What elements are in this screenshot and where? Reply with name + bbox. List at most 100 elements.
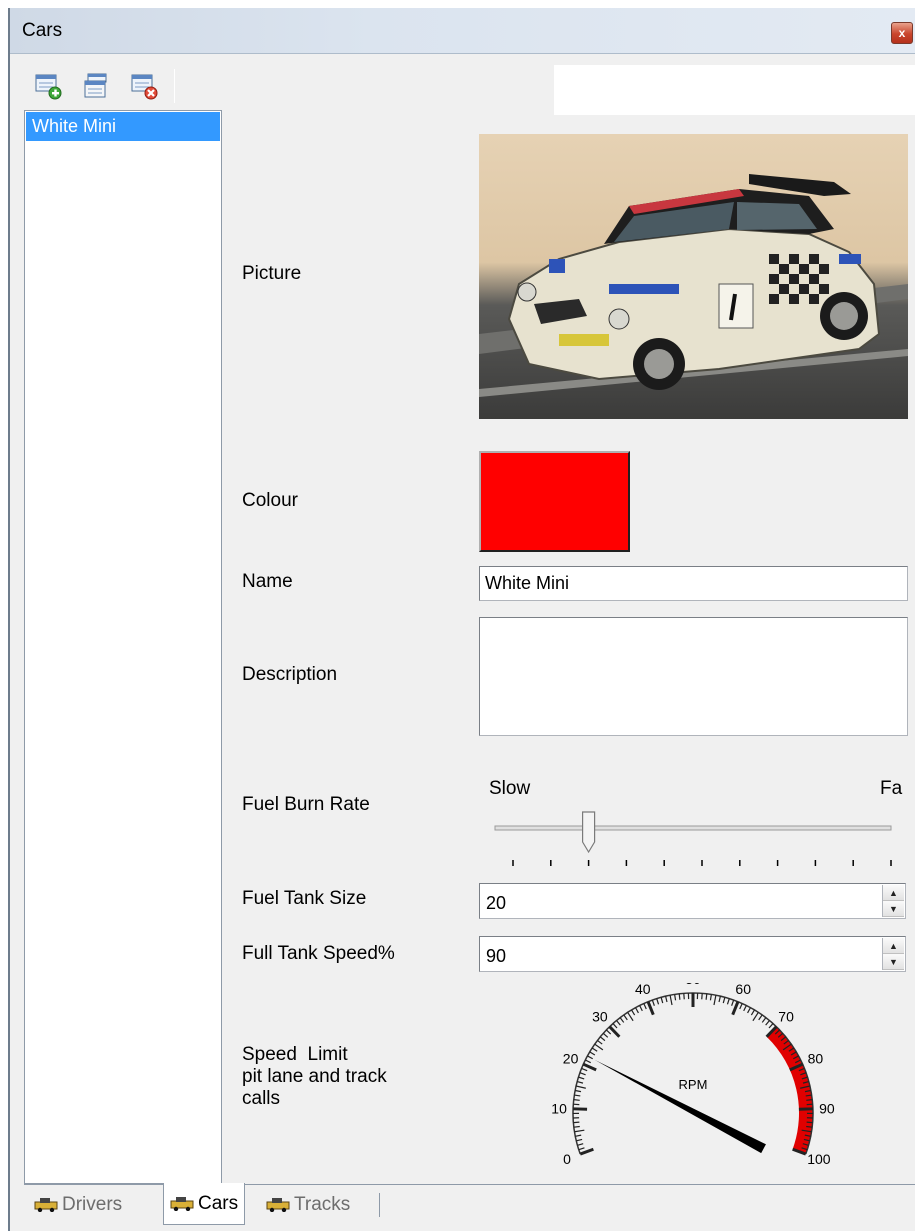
new-record-icon xyxy=(35,74,62,100)
list-item-selected[interactable]: White Mini xyxy=(26,112,220,141)
gauge-tick xyxy=(631,1009,636,1016)
gauge-tick xyxy=(573,1099,580,1101)
gauge-tick xyxy=(761,1017,767,1023)
gauge-tick xyxy=(747,1007,751,1014)
delete-car-button[interactable] xyxy=(130,71,158,101)
gauge-tick xyxy=(578,1076,585,1080)
tab-cars-label: Cars xyxy=(198,1193,239,1214)
gauge-tick-label: 0 xyxy=(563,1151,571,1167)
speed-limit-label-line3: calls xyxy=(242,1088,281,1109)
gauge-tick xyxy=(678,993,681,1000)
full-tank-speed-spinner[interactable]: 90 ▲ ▼ xyxy=(479,936,906,972)
gauge-tick xyxy=(594,1043,604,1051)
gauge-tick-label: 50 xyxy=(685,983,701,987)
gauge-tick xyxy=(597,1039,603,1045)
tab-tracks-label: Tracks xyxy=(294,1194,351,1215)
tab-tracks[interactable]: Tracks xyxy=(260,1187,356,1223)
gauge-tick xyxy=(750,1009,755,1016)
fuel-burn-rate-label: Fuel Burn Rate xyxy=(242,794,370,815)
car-picture[interactable] xyxy=(479,134,908,419)
add-car-button[interactable] xyxy=(34,71,62,101)
fuel-tank-size-spinner[interactable]: 20 ▲ ▼ xyxy=(479,883,906,919)
speed-limit-label-line2: pit lane and track xyxy=(242,1066,387,1087)
delete-record-icon xyxy=(131,74,158,100)
gauge-tick xyxy=(743,1005,747,1012)
gauge-tick xyxy=(616,1020,621,1026)
tab-cars[interactable]: Cars xyxy=(163,1183,246,1225)
gauge-tick xyxy=(739,1003,743,1010)
edit-record-icon xyxy=(84,73,107,98)
gauge-tick xyxy=(726,998,730,1005)
gauge-needle[interactable] xyxy=(594,1059,766,1154)
gauge-tick xyxy=(705,993,708,1000)
gauge-tick-label: 80 xyxy=(808,1050,824,1066)
tab-drivers-label: Drivers xyxy=(62,1194,123,1215)
gauge-tick xyxy=(599,1036,606,1042)
gauge-tick xyxy=(589,1051,596,1056)
spin-down-button[interactable]: ▼ xyxy=(883,954,904,970)
full-tank-speed-value[interactable]: 90 xyxy=(486,946,506,967)
description-label: Description xyxy=(242,664,338,685)
gauge-tick xyxy=(709,994,712,1001)
gauge-tick xyxy=(575,1134,582,1137)
speed-limit-gauge[interactable]: 0 10 20 30 40 50 60 70 80 90 100 RPM xyxy=(548,971,868,1183)
car-photo-image xyxy=(479,134,908,419)
gauge-arc xyxy=(572,992,814,1155)
gauge-tick xyxy=(643,1003,647,1010)
gauge-tick xyxy=(646,1001,655,1016)
gauge-tick xyxy=(752,1012,759,1022)
gauge-tick xyxy=(718,996,721,1003)
window-title: Cars xyxy=(22,20,63,41)
gauge-tick xyxy=(758,1014,763,1021)
fuel-tank-size-label: Fuel Tank Size xyxy=(242,888,367,909)
car-list[interactable]: White Mini xyxy=(24,110,222,1184)
name-input[interactable] xyxy=(479,566,908,601)
gauge-tick xyxy=(731,1001,740,1016)
toolbar xyxy=(10,55,915,115)
close-button[interactable]: x xyxy=(891,22,913,44)
title-bar[interactable]: Cars x xyxy=(10,8,915,54)
gauge-tick xyxy=(578,1147,585,1151)
spin-down-button[interactable]: ▼ xyxy=(883,901,904,917)
gauge-tick xyxy=(612,1023,618,1029)
gauge-tick xyxy=(722,997,726,1004)
edit-car-button[interactable] xyxy=(82,71,110,101)
gauge-tick xyxy=(579,1147,594,1156)
gauge-tick xyxy=(587,1055,594,1060)
gauge-tick-label: 100 xyxy=(807,1151,831,1167)
toolbar-separator xyxy=(174,69,175,103)
fuel-burn-rate-slider[interactable] xyxy=(479,808,915,878)
colour-swatch-button[interactable] xyxy=(479,451,630,552)
gauge-tick-label: 20 xyxy=(563,1050,579,1066)
spin-up-button[interactable]: ▲ xyxy=(883,885,904,901)
gauge-tick xyxy=(574,1094,581,1097)
gauge-tick-label: 10 xyxy=(551,1100,567,1116)
gauge-tick xyxy=(665,996,668,1003)
gauge-tick xyxy=(575,1089,582,1093)
gauge-tick xyxy=(582,1062,597,1072)
gauge-tick xyxy=(605,1029,612,1035)
name-label: Name xyxy=(242,571,293,592)
description-textarea[interactable] xyxy=(479,617,908,736)
picture-label: Picture xyxy=(242,263,302,284)
gauge-tick xyxy=(627,1012,634,1022)
slider-max-label: Fa xyxy=(880,778,903,799)
slider-min-label: Slow xyxy=(489,778,531,799)
tab-strip: Drivers Cars Tracks xyxy=(24,1183,915,1231)
gauge-tick xyxy=(639,1005,643,1012)
gauge-tick xyxy=(660,997,664,1004)
slider-thumb[interactable] xyxy=(582,811,596,854)
gauge-tick xyxy=(635,1007,639,1014)
gauge-tick xyxy=(608,1025,621,1038)
gauge-tick xyxy=(574,1129,585,1133)
fuel-tank-size-value[interactable]: 20 xyxy=(486,893,506,914)
gauge-tick xyxy=(573,1125,580,1128)
gauge-tick xyxy=(713,995,717,1006)
gauge-tick xyxy=(591,1047,598,1052)
colour-label: Colour xyxy=(242,490,298,511)
gauge-tick xyxy=(669,995,673,1006)
spin-up-button[interactable]: ▲ xyxy=(883,938,904,954)
gauge-tick xyxy=(579,1072,586,1076)
tab-drivers[interactable]: Drivers xyxy=(28,1187,128,1223)
gauge-tick xyxy=(731,999,735,1006)
